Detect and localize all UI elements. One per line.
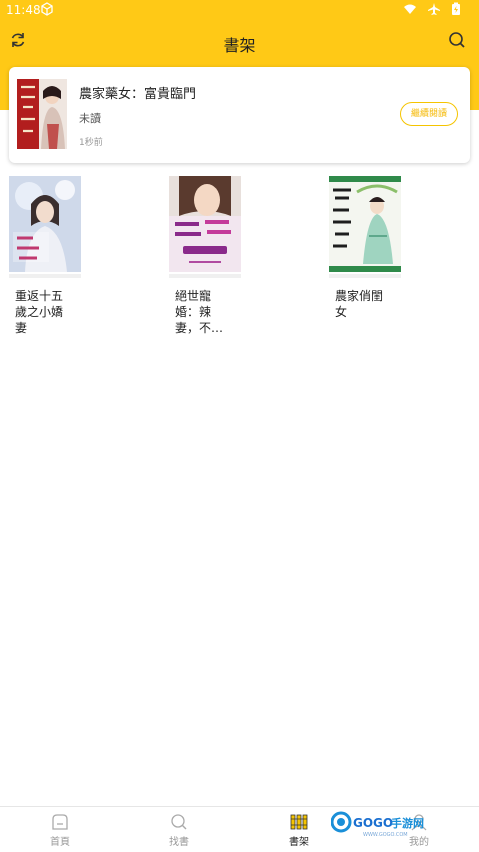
- airplane-icon: [428, 3, 440, 15]
- watermark-logo: GOGO 手游网 WWW.GOGO.COM: [330, 808, 431, 842]
- cube-icon: [41, 2, 53, 16]
- shelf-divider: [169, 274, 241, 278]
- continue-reading-button[interactable]: 繼續閱讀: [400, 102, 458, 126]
- recent-book-title[interactable]: 農家藥女：富貴臨門: [79, 83, 196, 102]
- search-icon: [171, 814, 187, 830]
- nav-find-label: 找書: [169, 837, 189, 848]
- shelf-book[interactable]: 農家俏閨女: [329, 176, 401, 320]
- book-cover[interactable]: [169, 176, 241, 272]
- status-bar: 11:48: [0, 0, 479, 20]
- battery-icon: [452, 2, 460, 15]
- bookshelf-icon: [290, 814, 308, 830]
- nav-find-books[interactable]: 找書: [139, 813, 219, 848]
- svg-text:WWW.GOGO.COM: WWW.GOGO.COM: [363, 832, 408, 838]
- book-name[interactable]: 重返十五歲之小嬌妻: [9, 288, 73, 336]
- shelf-book[interactable]: 重返十五歲之小嬌妻: [9, 176, 81, 336]
- nav-home-label: 首頁: [50, 837, 70, 848]
- svg-text:手游网: 手游网: [391, 816, 424, 830]
- wifi-icon: [404, 4, 416, 14]
- shelf-divider: [9, 274, 81, 278]
- book-name[interactable]: 農家俏閨女: [329, 288, 393, 320]
- svg-text:GOGO: GOGO: [353, 816, 393, 830]
- nav-shelf-label: 書架: [289, 837, 309, 848]
- book-cover[interactable]: [329, 176, 401, 272]
- nav-home[interactable]: 首頁: [20, 813, 100, 848]
- book-name[interactable]: 絕世寵婚：辣妻，不…: [169, 288, 233, 336]
- shelf-book[interactable]: 絕世寵婚：辣妻，不…: [169, 176, 241, 336]
- recent-reading-card[interactable]: 農家藥女：富貴臨門 未讀 1秒前 繼續閱讀: [9, 67, 470, 163]
- book-cover[interactable]: [9, 176, 81, 272]
- page-title: 書架: [223, 36, 256, 55]
- home-icon: [52, 814, 68, 830]
- read-status: 未讀: [79, 112, 101, 125]
- shelf-divider: [329, 274, 401, 278]
- book-cover[interactable]: [17, 79, 67, 149]
- nav-bookshelf[interactable]: 書架: [259, 813, 339, 848]
- search-icon[interactable]: [447, 30, 467, 50]
- last-read-time: 1秒前: [79, 138, 103, 148]
- status-time: 11:48: [6, 3, 41, 17]
